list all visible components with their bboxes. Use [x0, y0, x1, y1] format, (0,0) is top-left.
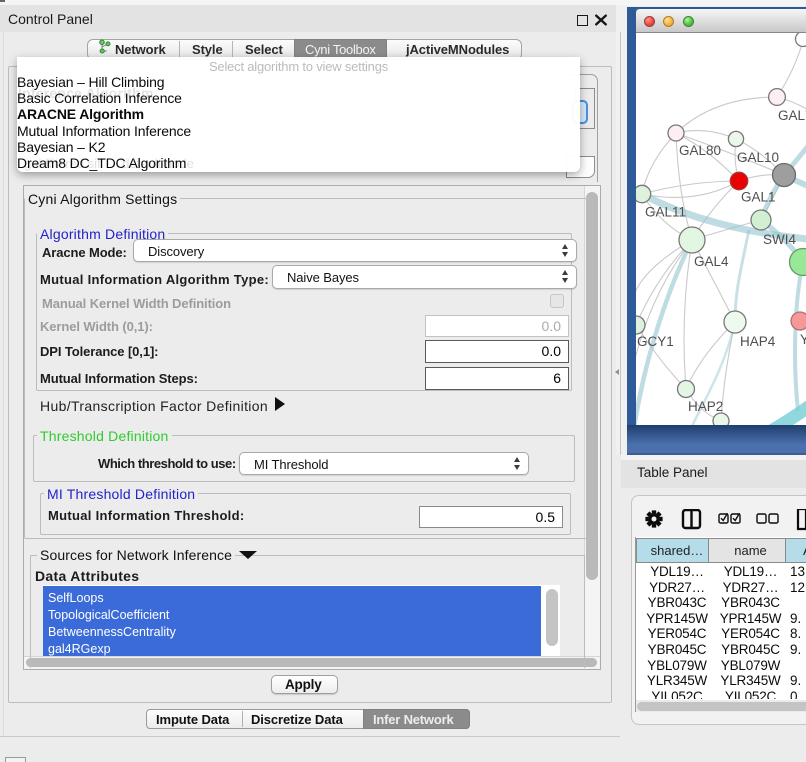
- svg-text:SWI4: SWI4: [763, 232, 796, 247]
- svg-text:GAL7: GAL7: [778, 108, 806, 123]
- svg-text:HAP4: HAP4: [740, 334, 776, 349]
- svg-text:GAL80: GAL80: [679, 143, 721, 158]
- svg-text:GAL11: GAL11: [645, 205, 686, 220]
- svg-text:GAL4: GAL4: [694, 254, 729, 269]
- svg-text:GAL1: GAL1: [741, 190, 776, 205]
- svg-text:GCY1: GCY1: [637, 334, 674, 349]
- svg-text:HAP2: HAP2: [688, 399, 723, 414]
- svg-text:GAL10: GAL10: [737, 150, 779, 165]
- svg-text:Y: Y: [800, 332, 806, 347]
